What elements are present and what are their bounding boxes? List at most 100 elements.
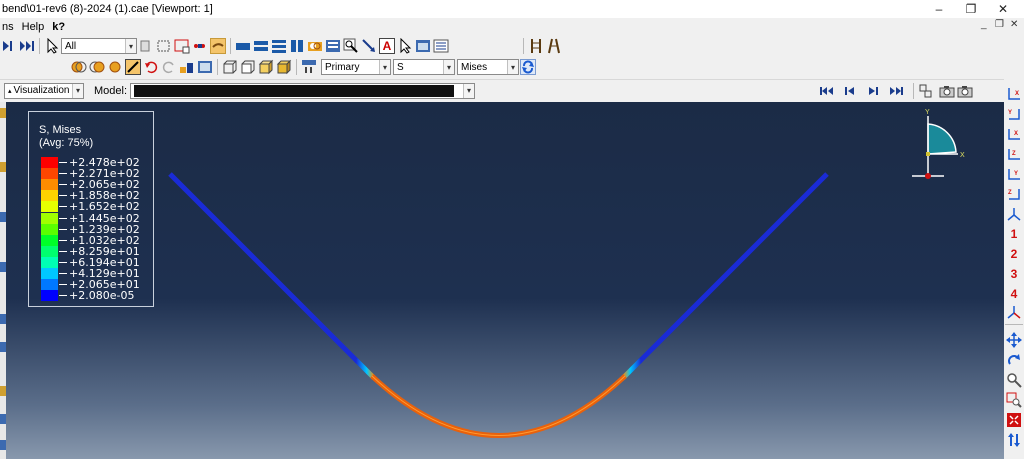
legend-tick [59, 239, 67, 241]
beam-model[interactable] [6, 102, 1004, 459]
view-side-icon[interactable] [289, 38, 305, 54]
model-combo[interactable]: ▾ [130, 82, 476, 99]
flip-view-icon[interactable] [1006, 432, 1022, 448]
mdi-close-icon[interactable]: ✕ [1010, 19, 1018, 30]
chevron-down-icon: ▾ [125, 39, 136, 53]
iso-triad-icon[interactable] [1006, 304, 1022, 320]
triad-y-label: Y [925, 109, 930, 116]
table-display-icon[interactable] [415, 38, 431, 54]
select-arrow-icon[interactable] [44, 37, 60, 54]
arrow-annotation-icon[interactable] [361, 38, 377, 54]
last-frame-nav-icon[interactable] [888, 83, 904, 99]
filled-render-icon[interactable] [258, 59, 274, 75]
title-bar: bend\01-rev6 (8)-2024 (1).cae [Viewport:… [0, 0, 1024, 18]
probe-values-icon[interactable] [179, 59, 195, 75]
report-table-icon[interactable] [197, 59, 213, 75]
selection-tools-icon[interactable] [192, 38, 208, 54]
field-component-combo[interactable]: Mises ▾ [457, 59, 519, 75]
saved-view-4-button[interactable]: 4 [1006, 286, 1022, 302]
contour-plot-icon[interactable] [107, 59, 123, 75]
box-zoom-icon[interactable] [1006, 392, 1022, 408]
svg-text:X: X [1014, 131, 1018, 137]
axis-view-xy-icon[interactable]: Y [1006, 106, 1022, 122]
toolbar-separator [523, 38, 524, 54]
view-back-icon[interactable] [253, 38, 269, 54]
play-forward-icon[interactable] [1, 38, 17, 54]
legend-swatch [41, 268, 58, 279]
camera-icon[interactable] [939, 83, 955, 99]
chevron-down-icon: ▾ [463, 83, 475, 98]
saved-view-3-button[interactable]: 3 [1006, 266, 1022, 282]
mdi-restore-icon[interactable]: ❐ [995, 19, 1004, 30]
ladder-alt-icon[interactable] [546, 38, 562, 54]
axis-view-yz-icon[interactable]: Z [1006, 186, 1022, 202]
zoom-icon[interactable] [1006, 372, 1022, 388]
superimpose-icon[interactable] [89, 59, 105, 75]
iso-view-icon[interactable] [1006, 206, 1022, 222]
field-variable-value: S [397, 61, 404, 73]
redo-icon[interactable] [161, 59, 177, 75]
fit-view-icon[interactable] [1006, 412, 1022, 428]
legend-tick [59, 206, 67, 208]
magnify-view-icon[interactable] [343, 38, 359, 54]
axis-view-xz-icon[interactable]: Z [1006, 146, 1022, 162]
field-position-value: Primary [325, 61, 360, 73]
chevron-down-icon: ▾ [443, 60, 454, 74]
close-button[interactable]: ✕ [983, 0, 1023, 18]
hidden-line-icon[interactable] [240, 59, 256, 75]
legend-swatch [41, 256, 58, 268]
saved-view-1-button[interactable]: 1 [1006, 226, 1022, 242]
select-pointer-icon[interactable] [397, 37, 413, 54]
beam-left-arm [168, 172, 360, 364]
deformed-shape-icon[interactable] [125, 59, 141, 75]
rotate-icon[interactable] [1006, 352, 1022, 368]
menu-item-help[interactable]: Help [20, 21, 51, 33]
drag-select-icon[interactable] [174, 38, 190, 54]
refresh-field-icon[interactable] [520, 59, 536, 75]
axis-view-zx-icon[interactable]: X [1006, 126, 1022, 142]
shaded-render-icon[interactable] [276, 59, 292, 75]
legend-title-line2: (Avg: 75%) [39, 137, 94, 149]
svg-text:X: X [1015, 91, 1019, 97]
last-frame-icon[interactable] [19, 38, 35, 54]
module-combo[interactable]: ▴ Visualization ▾ [4, 82, 84, 99]
query-hand-icon[interactable] [210, 38, 226, 54]
saved-view-2-button[interactable]: 2 [1006, 246, 1022, 262]
legend-tick [59, 261, 67, 263]
render-style-icon[interactable] [307, 38, 323, 54]
text-annotation-icon[interactable]: A [379, 38, 395, 54]
field-position-combo[interactable]: Primary ▾ [321, 59, 391, 75]
camera-alt-icon[interactable] [957, 83, 973, 99]
first-frame-icon[interactable] [819, 83, 835, 99]
view-front-icon[interactable] [235, 38, 251, 54]
field-output-icon[interactable] [301, 59, 317, 75]
list-options-icon[interactable] [433, 38, 449, 54]
legend-title-line1: S, Mises [39, 124, 82, 136]
undo-icon[interactable] [143, 59, 159, 75]
axis-view-yx-icon[interactable]: X [1006, 86, 1022, 102]
selection-filter-combo[interactable]: All ▾ [61, 38, 137, 54]
display-group-icon[interactable] [325, 38, 341, 54]
field-component-value: Mises [461, 61, 488, 73]
viewport-canvas[interactable]: S, Mises (Avg: 75%) +2.478e+02 +2.271e+02… [6, 102, 1004, 459]
pick-options-icon[interactable] [138, 38, 154, 54]
legend-tick [59, 217, 67, 219]
next-frame-icon[interactable] [865, 83, 881, 99]
axis-view-zy-icon[interactable]: Y [1006, 166, 1022, 182]
ladder-icon[interactable] [528, 38, 544, 54]
wireframe-icon[interactable] [222, 59, 238, 75]
viewport-link-icon[interactable] [918, 83, 934, 99]
field-variable-combo[interactable]: S ▾ [393, 59, 455, 75]
pan-icon[interactable] [1006, 332, 1022, 348]
contour-legend[interactable]: S, Mises (Avg: 75%) +2.478e+02 +2.271e+02… [28, 111, 154, 307]
menu-item-plugins[interactable]: ns [0, 21, 20, 33]
legend-value: +1.652e+02 [69, 200, 140, 214]
previous-frame-icon[interactable] [842, 83, 858, 99]
toolbar-separator [296, 59, 297, 75]
menu-item-context-help[interactable]: k? [50, 21, 71, 33]
select-box-icon[interactable] [156, 38, 172, 54]
view-top-icon[interactable] [271, 38, 287, 54]
overlay-plot-icon[interactable] [71, 59, 87, 75]
svg-text:Z: Z [1012, 151, 1016, 157]
mdi-minimize-icon[interactable]: _ [981, 19, 987, 30]
